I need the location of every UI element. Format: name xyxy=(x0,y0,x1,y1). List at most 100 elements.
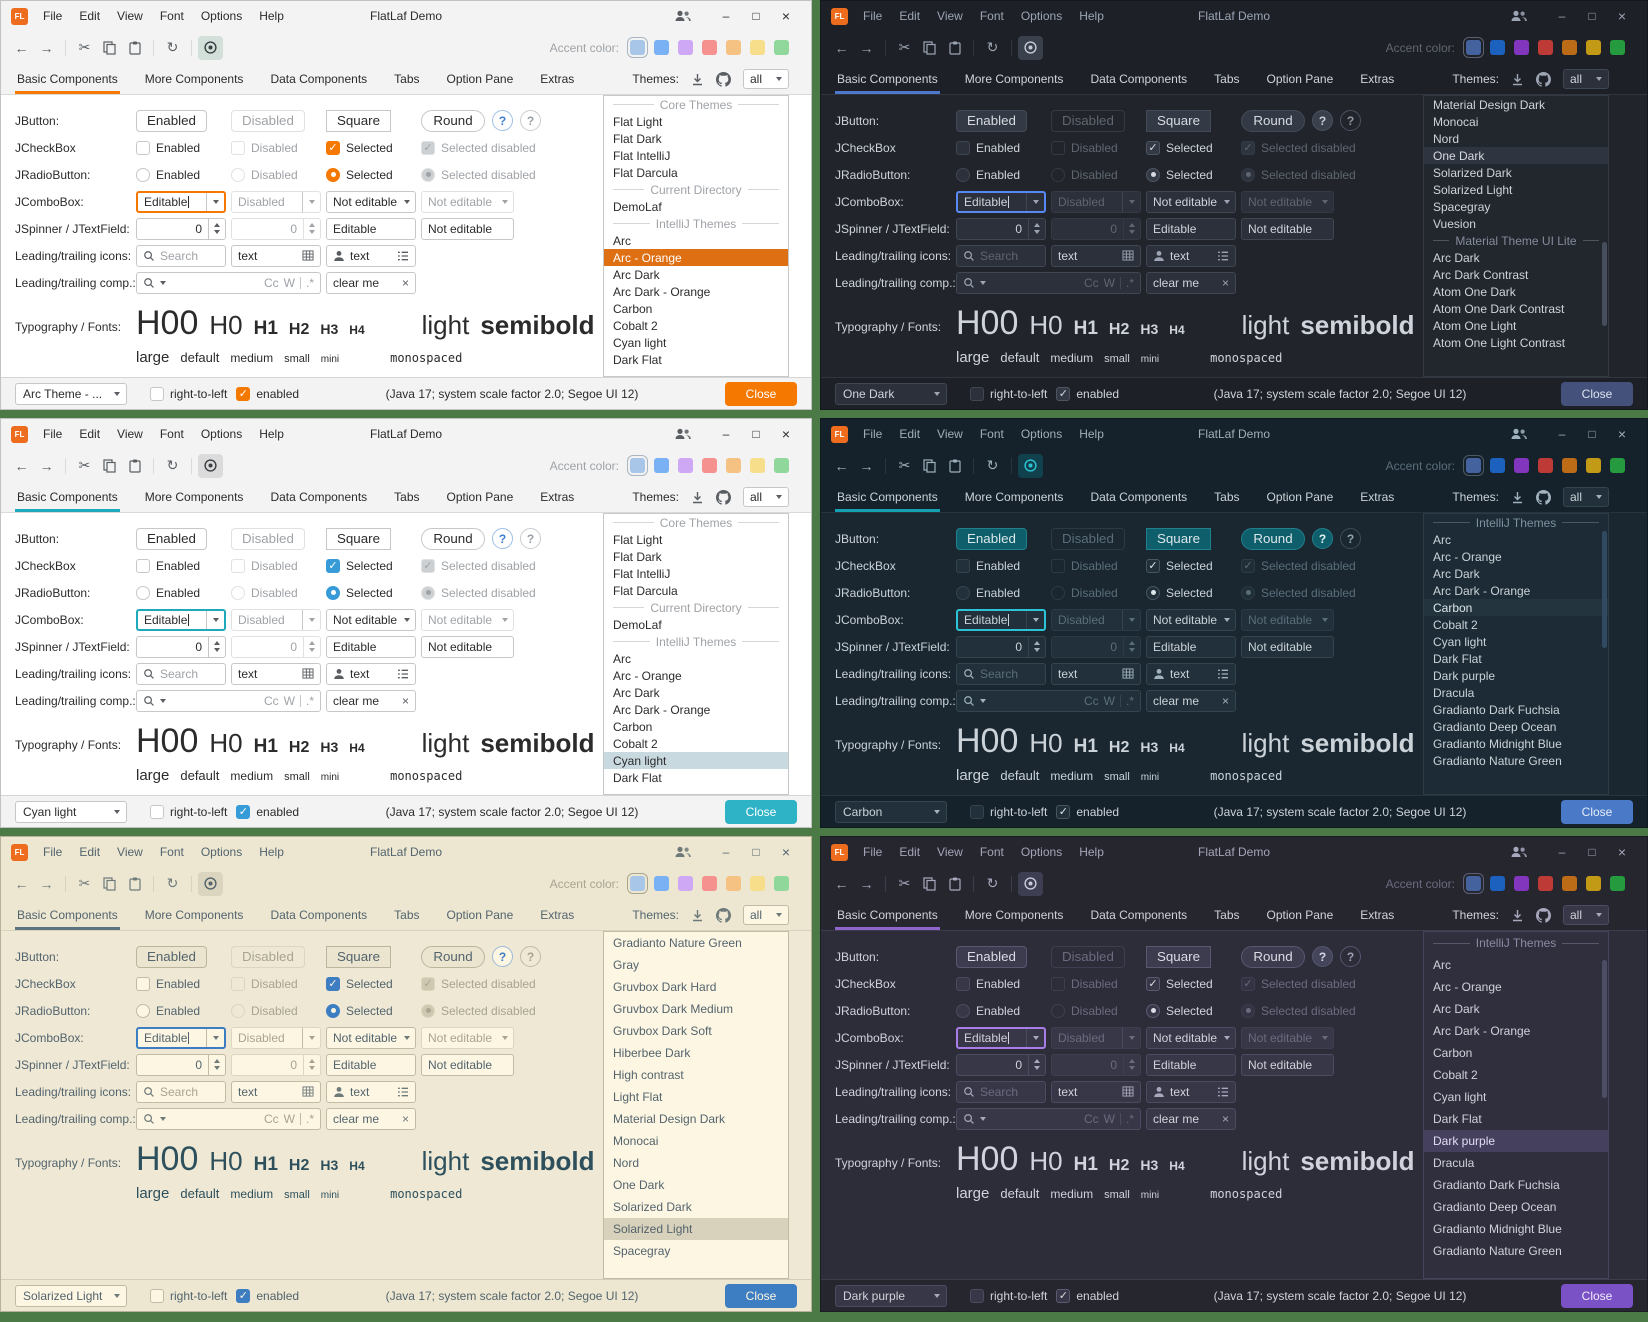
theme-list-item[interactable]: Arc - Orange xyxy=(604,667,788,684)
maximize-button[interactable]: □ xyxy=(741,9,771,23)
menu-font[interactable]: Font xyxy=(980,9,1004,23)
paste-button[interactable] xyxy=(122,454,147,478)
accent-swatch[interactable] xyxy=(678,458,693,473)
theme-list-item[interactable]: Atom One Dark xyxy=(1424,283,1608,300)
tab-basic-components[interactable]: Basic Components xyxy=(17,64,118,94)
close-button[interactable]: Close xyxy=(1561,800,1633,824)
menu-view[interactable]: View xyxy=(117,845,143,859)
menu-edit[interactable]: Edit xyxy=(899,9,920,23)
combobox-editable[interactable]: Editable xyxy=(956,1027,1046,1049)
spinner[interactable]: 0 xyxy=(956,636,1046,658)
theme-list-item[interactable]: Material Design Dark xyxy=(604,1108,788,1130)
theme-list-item[interactable]: Arc xyxy=(1424,531,1608,548)
radio-enabled[interactable]: Enabled xyxy=(956,168,1051,182)
clear-icon[interactable]: × xyxy=(1222,1112,1229,1126)
window-close-button[interactable]: × xyxy=(1607,844,1637,860)
refresh-button[interactable]: ↻ xyxy=(980,36,1005,60)
close-button[interactable]: Close xyxy=(725,800,797,824)
search-input[interactable]: Search xyxy=(136,663,226,685)
text-input-calendar[interactable]: text xyxy=(231,1081,321,1103)
help-button-secondary[interactable]: ? xyxy=(1340,946,1361,967)
enabled-checkbox[interactable]: ✓ enabled xyxy=(236,805,299,819)
spinner[interactable]: 0 xyxy=(136,218,226,240)
users-icon[interactable] xyxy=(1511,10,1527,22)
forward-button[interactable]: → xyxy=(34,36,59,60)
checkbox-enabled[interactable]: Enabled xyxy=(136,559,231,573)
theme-filter-select[interactable]: all xyxy=(1563,487,1609,507)
theme-list-item[interactable]: Arc Dark - Orange xyxy=(604,283,788,300)
scrollbar[interactable] xyxy=(1601,514,1608,794)
list-icon[interactable] xyxy=(1217,251,1229,261)
theme-select[interactable]: Dark purple xyxy=(835,1285,947,1307)
theme-list-item[interactable]: Dark Flat xyxy=(1424,650,1608,667)
checkbox-selected[interactable]: ✓Selected xyxy=(326,559,421,573)
theme-list-item[interactable]: Gradianto Nature Green xyxy=(604,932,788,954)
combobox-editable[interactable]: Editable xyxy=(136,191,226,213)
accent-swatch[interactable] xyxy=(678,40,693,55)
text-input-user-list[interactable]: text xyxy=(326,245,416,267)
jbutton-enabled[interactable]: Enabled xyxy=(136,946,207,968)
search-input-with-options[interactable]: Cc W .* xyxy=(956,272,1141,294)
enabled-checkbox[interactable]: ✓ enabled xyxy=(1056,387,1119,401)
textfield-editable[interactable]: Editable xyxy=(326,1054,416,1076)
scrollbar-thumb[interactable] xyxy=(1602,531,1607,649)
whole-word-toggle[interactable]: W xyxy=(284,1112,295,1126)
jbutton-round[interactable]: Round xyxy=(1241,946,1305,968)
theme-list-item[interactable]: Flat Dark xyxy=(604,130,788,147)
jbutton-square[interactable]: Square xyxy=(326,528,391,550)
minimize-button[interactable]: – xyxy=(1547,9,1577,23)
help-button[interactable]: ? xyxy=(1312,110,1333,131)
whole-word-toggle[interactable]: W xyxy=(1104,276,1115,290)
combobox-editable[interactable]: Editable xyxy=(136,1027,226,1049)
minimize-button[interactable]: – xyxy=(1547,845,1577,859)
maximize-button[interactable]: □ xyxy=(1577,427,1607,441)
tab-tabs[interactable]: Tabs xyxy=(394,900,419,930)
accent-swatch[interactable] xyxy=(1514,876,1529,891)
tab-more-components[interactable]: More Components xyxy=(965,64,1064,94)
minimize-button[interactable]: – xyxy=(711,845,741,859)
accent-swatch[interactable] xyxy=(1466,40,1481,55)
github-icon[interactable] xyxy=(716,72,731,87)
tab-basic-components[interactable]: Basic Components xyxy=(837,900,938,930)
checkbox-enabled[interactable]: Enabled xyxy=(956,141,1051,155)
close-button[interactable]: Close xyxy=(1561,382,1633,406)
inspector-eye-toggle[interactable] xyxy=(1018,36,1043,60)
window-close-button[interactable]: × xyxy=(771,426,801,442)
text-input-calendar[interactable]: text xyxy=(231,245,321,267)
jbutton-enabled[interactable]: Enabled xyxy=(136,528,207,550)
chevron-down-icon[interactable] xyxy=(1026,611,1044,629)
theme-list-item[interactable]: Dark Flat xyxy=(604,351,788,368)
forward-button[interactable]: → xyxy=(854,872,879,896)
forward-button[interactable]: → xyxy=(34,872,59,896)
table-grid-icon[interactable] xyxy=(1122,250,1134,261)
github-icon[interactable] xyxy=(716,908,731,923)
theme-list-item[interactable]: Flat Dark xyxy=(604,548,788,565)
theme-list-item[interactable]: Nord xyxy=(604,1152,788,1174)
inspector-eye-toggle[interactable] xyxy=(1018,872,1043,896)
download-icon[interactable] xyxy=(1511,909,1524,922)
theme-list-item[interactable]: Flat Light xyxy=(604,113,788,130)
cut-button[interactable]: ✂ xyxy=(72,36,97,60)
theme-list-item[interactable]: Solarized Dark xyxy=(1424,164,1608,181)
checkbox-selected[interactable]: ✓Selected xyxy=(326,141,421,155)
paste-button[interactable] xyxy=(122,872,147,896)
clearable-input[interactable]: clear me × xyxy=(326,272,416,294)
textfield-editable[interactable]: Editable xyxy=(1146,636,1236,658)
theme-list-item[interactable]: Gradianto Midnight Blue xyxy=(1424,735,1608,752)
maximize-button[interactable]: □ xyxy=(1577,9,1607,23)
accent-swatch[interactable] xyxy=(654,40,669,55)
theme-list-item[interactable]: Arc Dark - Orange xyxy=(1424,1020,1608,1042)
chevron-down-icon[interactable] xyxy=(1026,1029,1044,1047)
menu-edit[interactable]: Edit xyxy=(79,845,100,859)
accent-swatch[interactable] xyxy=(1514,458,1529,473)
spinner[interactable]: 0 xyxy=(136,1054,226,1076)
jbutton-enabled[interactable]: Enabled xyxy=(136,110,207,132)
theme-list-item[interactable]: Flat Darcula xyxy=(604,582,788,599)
paste-button[interactable] xyxy=(942,872,967,896)
chevron-down-icon[interactable] xyxy=(1026,193,1044,211)
search-input[interactable]: Search xyxy=(956,663,1046,685)
checkbox-selected[interactable]: ✓Selected xyxy=(1146,559,1241,573)
theme-list-item[interactable]: Spacegray xyxy=(1424,198,1608,215)
tab-extras[interactable]: Extras xyxy=(540,482,574,512)
copy-button[interactable] xyxy=(917,454,942,478)
